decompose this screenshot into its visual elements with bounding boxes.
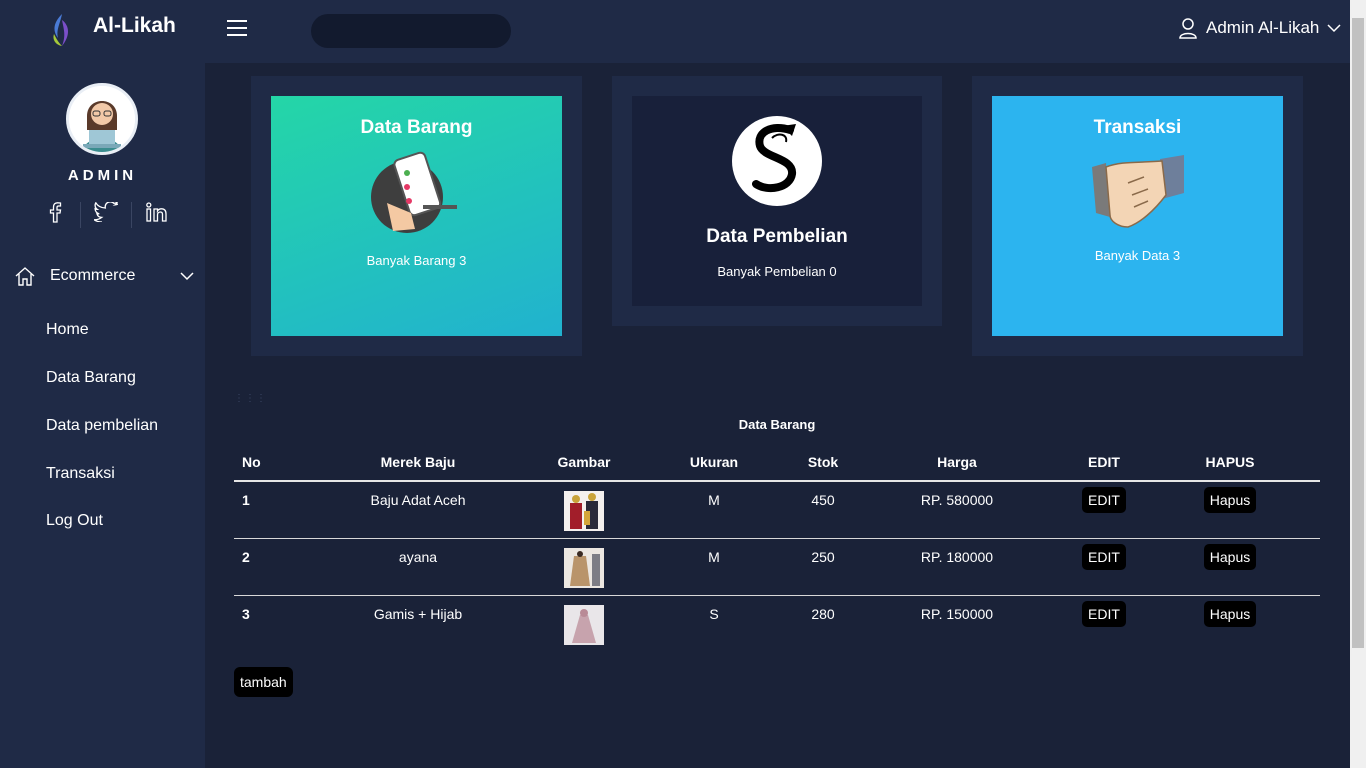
cell-stok: 450 — [800, 481, 846, 539]
cell-no: 2 — [234, 538, 296, 596]
linkedin-icon[interactable] — [132, 202, 182, 227]
cell-stok: 280 — [811, 605, 835, 622]
sidebar-item-home[interactable]: Home — [46, 321, 89, 339]
card-data-pembelian[interactable]: Data Pembelian Banyak Pembelian 0 — [632, 96, 922, 306]
edit-button[interactable]: EDIT — [1082, 543, 1126, 570]
table-title: Data Barang — [738, 417, 816, 432]
menu-group-label: Ecommerce — [50, 267, 136, 284]
edit-button[interactable]: EDIT — [1082, 600, 1126, 627]
admin-avatar-image — [69, 86, 135, 152]
table-row: 2 ayana M 250 RP. 180000 EDIT Hapus — [234, 538, 1320, 596]
cell-ukuran: M — [628, 481, 800, 539]
decorative-dots: ⋮⋮⋮ — [234, 393, 267, 404]
product-thumbnail[interactable] — [564, 604, 604, 645]
sidebar-item-log-out[interactable]: Log Out — [46, 512, 103, 530]
product-thumbnail[interactable] — [564, 491, 604, 531]
table-row: 3 Gamis + Hijab S 280 RP. 150000 EDIT Ha… — [234, 595, 1320, 652]
column-header-no: No — [234, 444, 296, 482]
table-header-row: No Merek Baju Gambar Ukuran Stok Harga E… — [234, 444, 1320, 482]
cell-merek: ayana — [296, 538, 540, 596]
user-icon — [1179, 18, 1197, 39]
user-menu[interactable]: Admin Al-Likah — [1178, 17, 1341, 39]
home-icon — [15, 267, 35, 286]
sidebar-item-transaksi[interactable]: Transaksi — [46, 465, 115, 483]
avatar — [66, 83, 138, 155]
cell-edit: EDIT — [1068, 481, 1140, 539]
logo-icon — [53, 14, 68, 46]
cell-harga: RP. 180000 — [846, 538, 1068, 596]
clipboard-checklist-icon — [370, 151, 457, 233]
cell-hapus: Hapus — [1140, 595, 1320, 652]
admin-role-label: ADMIN — [67, 167, 138, 184]
cell-no: 1 — [234, 481, 296, 539]
chevron-down-icon — [1327, 24, 1341, 33]
data-barang-table: No Merek Baju Gambar Ukuran Stok Harga E… — [234, 444, 1320, 652]
brand-name[interactable]: Al-Likah — [93, 14, 176, 38]
cell-merek: Baju Adat Aceh — [296, 481, 540, 539]
add-button[interactable]: tambah — [234, 667, 293, 697]
scrollbar-thumb[interactable] — [1352, 18, 1364, 648]
cell-stok: 250 — [800, 538, 846, 596]
table-row: 1 Baju Adat Aceh M 450 RP. 580000 EDIT H… — [234, 481, 1320, 539]
card-title: Transaksi — [1093, 117, 1182, 138]
card-title: Data Barang — [360, 117, 473, 138]
column-header-hapus: HAPUS — [1140, 444, 1320, 482]
column-header-stok: Stok — [800, 444, 846, 482]
search-input[interactable] — [311, 14, 511, 48]
user-name: Admin Al-Likah — [1206, 18, 1320, 37]
cell-gambar — [540, 595, 628, 652]
cell-ukuran: M — [628, 538, 800, 596]
card-subtitle: Banyak Pembelian 0 — [717, 264, 837, 279]
card-subtitle: Banyak Barang 3 — [366, 253, 467, 268]
sidebar: ADMIN Ecommerce Home Data Barang Data pe… — [0, 63, 205, 768]
cell-edit: EDIT — [1068, 595, 1140, 652]
hamburger-menu-icon[interactable] — [227, 20, 247, 38]
column-header-edit: EDIT — [1068, 444, 1140, 482]
top-bar: Al-Likah Admin Al-Likah — [0, 0, 1350, 63]
cell-merek: Gamis + Hijab — [373, 605, 463, 622]
column-header-gambar: Gambar — [540, 444, 628, 482]
sidebar-item-data-pembelian[interactable]: Data pembelian — [46, 417, 158, 435]
social-links — [30, 200, 182, 228]
delete-button[interactable]: Hapus — [1203, 543, 1257, 570]
edit-button[interactable]: EDIT — [1082, 487, 1126, 513]
delete-button[interactable]: Hapus — [1203, 487, 1257, 513]
cell-gambar — [540, 481, 628, 539]
card-title: Data Pembelian — [706, 226, 848, 247]
cell-edit: EDIT — [1068, 538, 1140, 596]
cell-gambar — [540, 538, 628, 596]
column-header-harga: Harga — [846, 444, 1068, 482]
column-header-merek: Merek Baju — [296, 444, 540, 482]
menu-group-ecommerce[interactable]: Ecommerce — [14, 266, 194, 286]
card-data-barang[interactable]: Data Barang Banyak Barang 3 — [271, 96, 562, 336]
facebook-icon[interactable] — [30, 201, 80, 228]
delete-button[interactable]: Hapus — [1203, 600, 1257, 627]
brand-logo[interactable] — [48, 12, 76, 48]
brand-emblem — [732, 116, 822, 206]
product-thumbnail[interactable] — [564, 547, 604, 588]
card-transaksi[interactable]: Transaksi Banyak Data 3 — [992, 96, 1283, 336]
cell-hapus: Hapus — [1140, 538, 1320, 596]
cell-hapus: Hapus — [1140, 481, 1320, 539]
handshake-icon — [1091, 155, 1184, 228]
chevron-down-icon — [180, 272, 194, 281]
column-header-ukuran: Ukuran — [628, 444, 800, 482]
cell-ukuran: S — [709, 605, 719, 622]
dragon-s-logo-icon — [752, 124, 796, 193]
card-subtitle: Banyak Data 3 — [1094, 248, 1181, 263]
cell-harga: RP. 150000 — [920, 605, 994, 622]
cell-harga: RP. 580000 — [846, 481, 1068, 539]
cell-no: 3 — [242, 605, 250, 622]
sidebar-item-data-barang[interactable]: Data Barang — [46, 369, 136, 387]
twitter-icon[interactable] — [81, 200, 131, 227]
